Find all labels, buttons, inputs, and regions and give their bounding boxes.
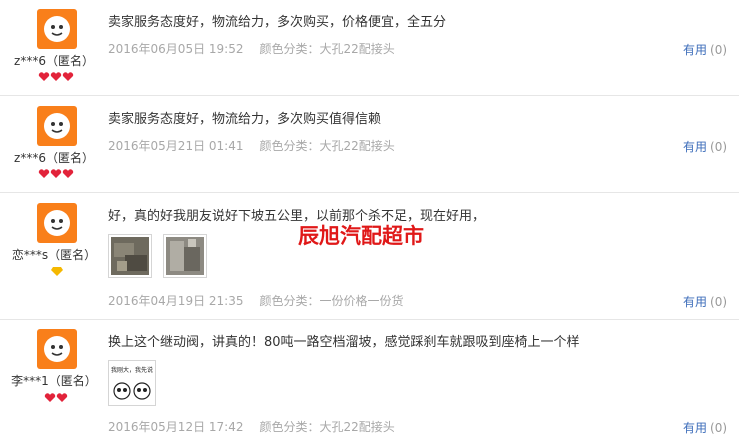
useful-button[interactable]: 有用 (0) [683,41,727,58]
review-photo-thumbnail[interactable]: 我刚大，我先说 [108,360,156,406]
meme-image: 我刚大，我先说 [111,363,153,403]
reviewer-rank-hearts [38,72,74,82]
color-class: 颜色分类：大孔22配接头 [259,42,395,56]
red-heart-icon [44,393,68,402]
review-meta: 2016年05月21日 01:41 颜色分类：大孔22配接头 [108,137,395,154]
review-date: 2016年06月05日 19:52 [108,42,244,56]
color-class: 颜色分类：大孔22配接头 [259,420,395,434]
user-avatar[interactable] [37,329,77,369]
review-item: z***6（匿名） 卖家服务态度好，物流给力，多次购买值得信赖 2016年05月… [0,96,739,193]
useful-label: 有用 [683,295,708,309]
useful-label: 有用 [683,140,708,154]
review-text: 好，真的好我朋友说好下坡五公里，以前那个杀不足，现在好用， [108,209,486,224]
red-heart-icon [38,72,74,81]
review-meta: 2016年05月12日 17:42 颜色分类：大孔22配接头 [108,418,395,435]
reviewer-name: 李***1（匿名） [11,374,97,388]
review-date: 2016年05月12日 17:42 [108,420,244,434]
useful-label: 有用 [683,43,708,57]
color-class: 颜色分类：一份价格一份货 [259,294,404,308]
useful-count: (0) [710,295,728,309]
review-meta: 2016年04月19日 21:35 颜色分类：一份价格一份货 [108,292,404,309]
review-photo-thumbnail[interactable] [108,234,152,278]
review-text: 卖家服务态度好，物流给力，多次购买值得信赖 [108,112,382,127]
meme-caption: 我刚大，我先说 [111,366,153,374]
review-item: 恋***s（匿名） 好，真的好我朋友说好下坡五公里，以前那个杀不足，现在好用， … [0,193,739,320]
yellow-diamond-icon [51,267,63,276]
reviewer-name: z***6（匿名） [14,54,94,68]
color-class: 颜色分类：大孔22配接头 [259,139,395,153]
useful-button[interactable]: 有用 (0) [683,419,727,436]
useful-count: (0) [710,43,728,57]
photo-image [166,237,204,275]
review-photo-thumbnail[interactable] [163,234,207,278]
review-item: z***6（匿名） 卖家服务态度好，物流给力，多次购买，价格便宜，全五分 201… [0,0,739,96]
useful-label: 有用 [683,421,708,435]
user-avatar[interactable] [37,9,77,49]
reviewer-name: z***6（匿名） [14,151,94,165]
useful-button[interactable]: 有用 (0) [683,293,727,310]
review-text: 换上这个继动阀，讲真的！80吨一路空档溜坡，感觉踩刹车就跟吸到座椅上一个样 [108,335,580,350]
reviewer-rank-hearts [44,393,68,403]
review-item: 李***1（匿名） 换上这个继动阀，讲真的！80吨一路空档溜坡，感觉踩刹车就跟吸… [0,320,739,440]
review-date: 2016年04月19日 21:35 [108,294,244,308]
review-date: 2016年05月21日 01:41 [108,139,244,153]
user-avatar[interactable] [37,203,77,243]
useful-count: (0) [710,421,728,435]
red-heart-icon [38,169,74,178]
user-avatar[interactable] [37,106,77,146]
reviewer-rank-hearts [38,169,74,179]
store-watermark: 辰旭汽配超市 [298,223,424,248]
reviewer-name: 恋***s（匿名） [11,248,97,262]
useful-count: (0) [710,140,728,154]
review-text: 卖家服务态度好，物流给力，多次购买，价格便宜，全五分 [108,15,447,30]
reviewer-rank-diamond [51,267,63,276]
photo-image [111,237,149,275]
useful-button[interactable]: 有用 (0) [683,138,727,155]
review-meta: 2016年06月05日 19:52 颜色分类：大孔22配接头 [108,40,395,57]
